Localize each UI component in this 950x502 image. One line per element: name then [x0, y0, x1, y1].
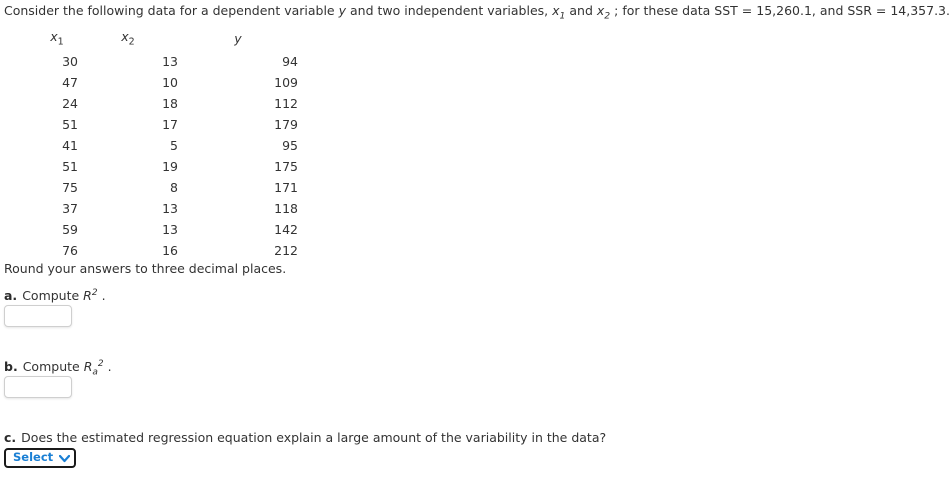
ssr-value: 14,357.3: [890, 3, 947, 18]
question-b-label: b.: [4, 359, 18, 375]
data-table: x1 x2 y 30 13 94 47 10 109 24 18 112 51 17 179 41 5 95…: [36, 28, 298, 261]
cell-y: 175: [274, 159, 298, 174]
cell-y: 112: [274, 96, 298, 111]
intro-variable-y: y: [338, 3, 347, 18]
question-a-prompt-prefix: Compute: [22, 288, 84, 304]
intro-text-part3: and: [565, 3, 597, 18]
table-row: 51 19 175: [36, 156, 298, 177]
cell-x1: 37: [62, 201, 78, 216]
intro-variable-x2: x2: [597, 3, 610, 22]
column-header-y-base: y: [234, 31, 242, 46]
column-header-x1: x1: [36, 28, 78, 51]
question-c: c. Does the estimated regression equation…: [4, 430, 606, 445]
cell-x1: 51: [62, 117, 78, 132]
cell-x2: 17: [162, 117, 178, 132]
cell-y: 118: [274, 201, 298, 216]
intro-text-part1: Consider the following data for a depend…: [4, 3, 339, 18]
chevron-down-icon: [59, 454, 71, 463]
question-b-symbol: Ra2: [84, 359, 104, 378]
intro-text-part4: ; for these data SST =: [610, 3, 757, 18]
cell-x1: 75: [62, 180, 78, 195]
cell-x2: 8: [170, 180, 178, 195]
question-c-label: c.: [4, 430, 17, 445]
question-b-symbol-subscript: a: [92, 367, 98, 378]
question-b-prompt-prefix: Compute: [22, 359, 84, 375]
question-a-label: a.: [4, 288, 18, 304]
question-a-prompt-suffix: .: [97, 288, 106, 304]
table-row: 75 8 171: [36, 177, 298, 198]
cell-x2: 18: [162, 96, 178, 111]
cell-y: 179: [274, 117, 298, 132]
cell-x2: 5: [170, 138, 178, 153]
column-header-x2-subscript: 2: [128, 36, 135, 48]
cell-y: 142: [274, 222, 298, 237]
question-a-symbol-base: R: [83, 288, 92, 304]
table-header-row: x1 x2 y: [36, 28, 298, 51]
column-header-x1-base: x: [50, 29, 58, 45]
table-row: 51 17 179: [36, 114, 298, 135]
question-a-symbol: R2: [83, 288, 97, 303]
cell-x2: 13: [162, 54, 178, 69]
cell-x1: 59: [62, 222, 78, 237]
intro-text-part5: , and SSR =: [811, 3, 891, 18]
cell-x1: 76: [62, 243, 78, 258]
column-header-x2: x2: [78, 28, 178, 51]
cell-y: 95: [282, 138, 298, 153]
select-dropdown-c[interactable]: Select: [4, 448, 77, 468]
cell-y: 109: [274, 75, 298, 90]
table-row: 41 5 95: [36, 135, 298, 156]
column-header-x1-subscript: 1: [57, 36, 64, 48]
sst-value: 15,260.1: [756, 3, 812, 18]
cell-x1: 47: [62, 75, 78, 90]
column-header-y: y: [178, 28, 298, 51]
intro-text-part6: .: [946, 3, 950, 18]
question-c-text: Does the estimated regression equation e…: [21, 430, 607, 445]
table-row: 47 10 109: [36, 72, 298, 93]
question-b: b. Compute Ra2 .: [4, 359, 112, 378]
cell-x1: 51: [62, 159, 78, 174]
cell-x2: 13: [162, 201, 178, 216]
rounding-instruction: Round your answers to three decimal plac…: [4, 261, 287, 276]
cell-x1: 24: [62, 96, 78, 111]
select-dropdown-label: Select: [13, 450, 54, 465]
table-row: 37 13 118: [36, 198, 298, 219]
table-row: 24 18 112: [36, 93, 298, 114]
question-b-prompt-suffix: .: [103, 359, 112, 375]
table-body: 30 13 94 47 10 109 24 18 112 51 17 179 41 5 95 51 19 175 7…: [36, 51, 298, 261]
intro-variable-x1-base: x: [552, 3, 560, 18]
table-row: 30 13 94: [36, 51, 298, 72]
cell-x1: 41: [62, 138, 78, 153]
table-row: 76 16 212: [36, 240, 298, 261]
cell-x2: 10: [162, 75, 178, 90]
cell-x1: 30: [62, 54, 78, 69]
cell-y: 171: [274, 180, 298, 195]
cell-y: 212: [274, 243, 298, 258]
table-row: 59 13 142: [36, 219, 298, 240]
answer-input-b[interactable]: [4, 376, 72, 398]
intro-text-part2: and two independent variables,: [346, 3, 553, 18]
cell-x2: 13: [162, 222, 178, 237]
intro-statement: Consider the following data for a depend…: [4, 3, 950, 25]
cell-x2: 19: [162, 159, 178, 174]
answer-input-a[interactable]: [4, 305, 72, 327]
cell-x2: 16: [162, 243, 178, 258]
intro-variable-x1: x1: [552, 3, 565, 22]
cell-y: 94: [282, 54, 298, 69]
question-a: a. Compute R2 .: [4, 288, 106, 303]
column-header-x2-base: x: [121, 29, 129, 45]
